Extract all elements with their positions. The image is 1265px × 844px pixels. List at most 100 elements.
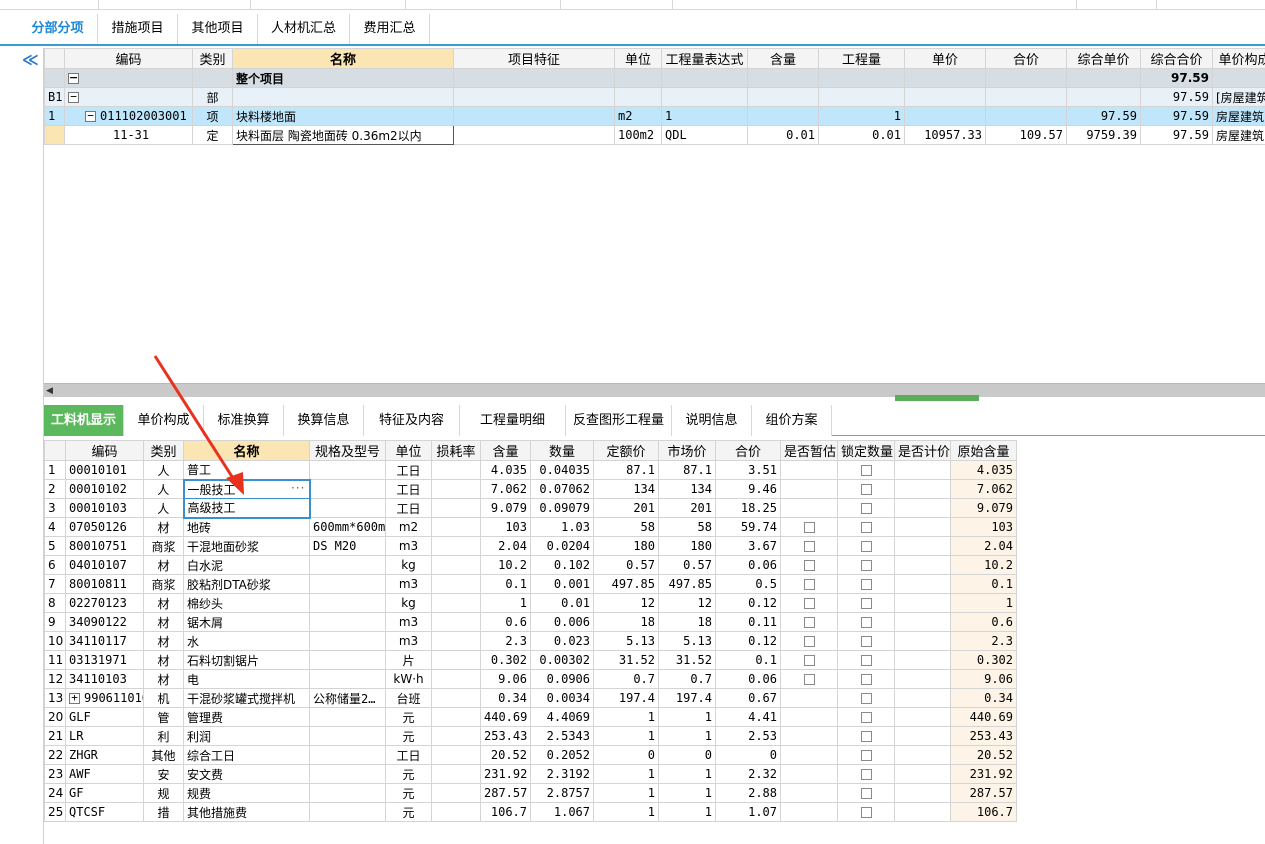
material-row[interactable]: 2 00010102 人一般技工 ··· 工日 7.062 0.07062 134 134 9.4… <box>44 478 1017 499</box>
cell-type[interactable]: 项 <box>192 106 233 126</box>
top-col-header[interactable]: 单价构成 <box>1212 48 1265 69</box>
cell-content[interactable]: 2.3 <box>480 631 531 651</box>
cell-unit[interactable]: 工日 <box>385 498 432 518</box>
top-col-header[interactable]: 单价 <box>904 48 986 69</box>
cell-price[interactable] <box>894 669 951 689</box>
cell-unit[interactable]: kW·h <box>385 669 432 689</box>
cell-unit[interactable]: m2 <box>614 106 662 126</box>
cell-est[interactable] <box>780 517 838 537</box>
cell-mprice[interactable]: 1 <box>658 783 716 803</box>
cell-feature[interactable] <box>453 87 615 107</box>
material-row[interactable]: 20 GLF 管管理费元 440.69 4.4069 1 1 4.41 440.69 <box>44 707 1017 727</box>
cell-loss[interactable] <box>431 555 481 575</box>
bot-col-header[interactable]: 规格及型号 <box>309 440 386 461</box>
cell-dprice[interactable]: 497.85 <box>593 574 659 594</box>
cell-total[interactable]: 4.41 <box>715 707 781 727</box>
cell-code[interactable]: GLF <box>65 707 144 727</box>
bot-col-header[interactable]: 单位 <box>385 440 432 461</box>
bot-col-header[interactable]: 数量 <box>530 440 594 461</box>
cell-mprice[interactable]: 58 <box>658 517 716 537</box>
cell-type[interactable]: 材 <box>143 612 184 632</box>
cell-total[interactable]: 3.67 <box>715 536 781 556</box>
cell-content[interactable]: 1 <box>480 593 531 613</box>
lock-quantity-checkbox[interactable] <box>860 750 872 761</box>
cell-total[interactable]: 0.5 <box>715 574 781 594</box>
cell-price[interactable] <box>894 536 951 556</box>
cell-qty[interactable]: 2.8757 <box>530 783 594 803</box>
material-row[interactable]: 13 +990611010 机干混砂浆罐式搅拌机 公称储量2… 台班 0.34 0.0034… <box>44 688 1017 708</box>
cell-orig[interactable]: 9.06 <box>950 669 1017 689</box>
collapse-tree-icon[interactable]: − <box>68 91 79 103</box>
cell-orig[interactable]: 440.69 <box>950 707 1017 727</box>
cell-type[interactable]: 商浆 <box>143 574 184 594</box>
cell-total[interactable]: 2.32 <box>715 764 781 784</box>
cell-code[interactable]: 80010751 <box>65 536 144 556</box>
cell-total[interactable]: 2.53 <box>715 726 781 746</box>
cell-unit[interactable]: kg <box>385 593 432 613</box>
cell-unit[interactable]: m3 <box>385 631 432 651</box>
cell-orig[interactable]: 1 <box>950 593 1017 613</box>
cell-spec[interactable] <box>309 650 386 670</box>
material-row[interactable]: 1 00010101 人普工 工日 4.035 0.04035 87.1 87.1 3.51 4.… <box>44 460 1017 480</box>
cell-spec[interactable] <box>309 783 386 803</box>
cell-orig[interactable]: 253.43 <box>950 726 1017 746</box>
estimate-checkbox[interactable] <box>803 598 815 609</box>
cell-est[interactable] <box>780 688 838 708</box>
cell-price[interactable] <box>894 574 951 594</box>
cell-est[interactable] <box>780 479 838 499</box>
cell-unit[interactable]: 元 <box>385 783 432 803</box>
cell-spec[interactable]: 公称储量2… <box>309 688 386 708</box>
cell-total[interactable]: 0.06 <box>715 669 781 689</box>
detail-tab-1[interactable]: 单价构成 <box>124 405 204 436</box>
cell-name[interactable]: 白水泥 <box>183 555 310 575</box>
cell-type[interactable]: 人 <box>143 498 184 518</box>
cell-mprice[interactable]: 134 <box>658 479 716 499</box>
cell-loss[interactable] <box>431 669 481 689</box>
cell-loss[interactable] <box>431 574 481 594</box>
cell-spec[interactable] <box>309 802 386 822</box>
estimate-checkbox[interactable] <box>803 541 815 552</box>
cell-loss[interactable] <box>431 726 481 746</box>
cell-code[interactable]: LR <box>65 726 144 746</box>
cell-loss[interactable] <box>431 631 481 651</box>
cell-dprice[interactable]: 0.57 <box>593 555 659 575</box>
material-row[interactable]: 10 34110117 材水 m3 2.3 0.023 5.13 5.13 0.12 2.3 <box>44 631 1017 651</box>
cell-name[interactable]: 规费 <box>183 783 310 803</box>
cell-mprice[interactable]: 201 <box>658 498 716 518</box>
cell-lock[interactable] <box>837 555 895 575</box>
cell-qty[interactable]: 0.0906 <box>530 669 594 689</box>
cell-price[interactable] <box>894 498 951 518</box>
cell-price[interactable] <box>894 688 951 708</box>
cell-code[interactable]: 03131971 <box>65 650 144 670</box>
lock-quantity-checkbox[interactable] <box>860 674 872 685</box>
cell-code[interactable]: 34090122 <box>65 612 144 632</box>
cell-loss[interactable] <box>431 517 481 537</box>
cell-orig[interactable]: 2.04 <box>950 536 1017 556</box>
cell-name[interactable]: 电 <box>183 669 310 689</box>
cell-est[interactable] <box>780 612 838 632</box>
material-row[interactable]: 6 04010107 材白水泥 kg 10.2 0.102 0.57 0.57 0.06 10.2 <box>44 555 1017 575</box>
cell-lock[interactable] <box>837 650 895 670</box>
cell-est[interactable] <box>780 745 838 765</box>
cell-code[interactable]: AWF <box>65 764 144 784</box>
cell-price[interactable] <box>894 783 951 803</box>
cell-loss[interactable] <box>431 593 481 613</box>
cell-loss[interactable] <box>431 707 481 727</box>
cell-mprice[interactable]: 31.52 <box>658 650 716 670</box>
cell-price[interactable] <box>894 479 951 499</box>
cell-name[interactable]: 胶粘剂DTA砂浆 <box>183 574 310 594</box>
cell-orig[interactable]: 0.302 <box>950 650 1017 670</box>
cell-spec[interactable] <box>309 574 386 594</box>
cell-spec[interactable] <box>309 612 386 632</box>
detail-tab-8[interactable]: 组价方案 <box>752 405 832 436</box>
cell-dprice[interactable]: 18 <box>593 612 659 632</box>
cell-name[interactable]: 管理费 <box>183 707 310 727</box>
cell-name[interactable]: 其他措施费 <box>183 802 310 822</box>
cell-content[interactable]: 0.34 <box>480 688 531 708</box>
cell-code[interactable]: 80010811 <box>65 574 144 594</box>
cell-qty[interactable]: 0.01 <box>818 125 905 145</box>
cell-content[interactable]: 20.52 <box>480 745 531 765</box>
top-col-header[interactable]: 类别 <box>192 48 233 69</box>
cell-code[interactable]: 34110117 <box>65 631 144 651</box>
expand-tree-icon[interactable]: + <box>69 692 80 704</box>
